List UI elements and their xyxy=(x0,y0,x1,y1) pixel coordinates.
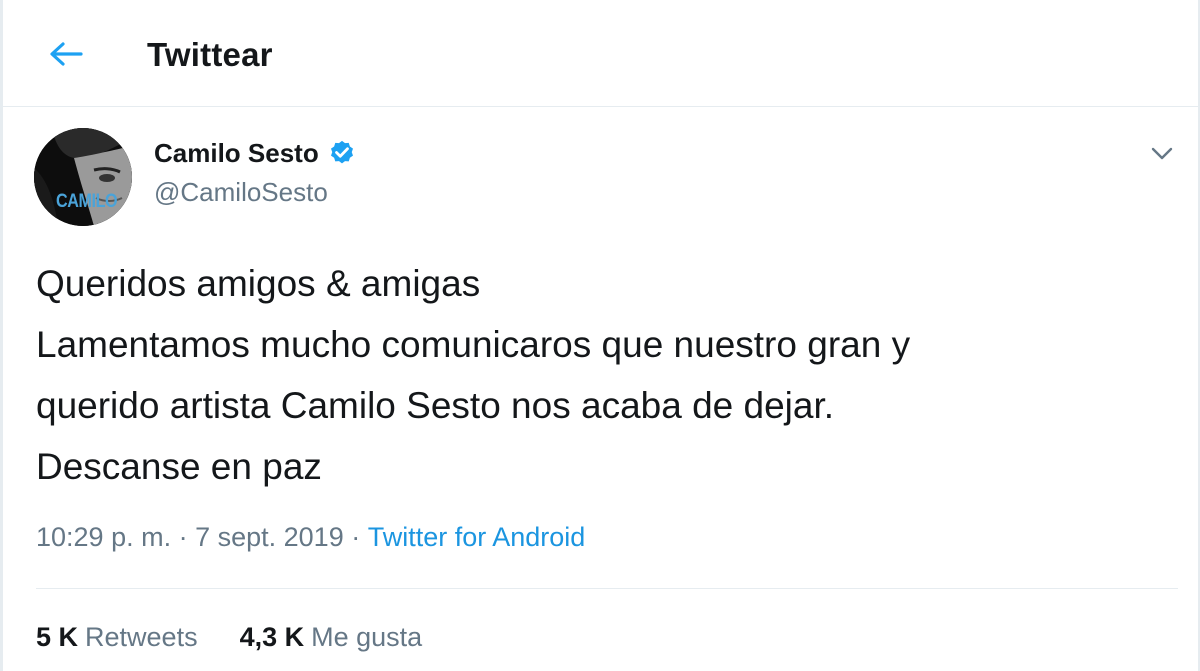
tweet-stats: 5 K Retweets 4,3 K Me gusta xyxy=(36,622,464,653)
likes-count: 4,3 K xyxy=(239,622,305,652)
tweet-body: Queridos amigos & amigas Lamentamos much… xyxy=(36,253,1176,497)
retweets-stat[interactable]: 5 K Retweets xyxy=(36,622,198,653)
author-handle[interactable]: @CamiloSesto xyxy=(154,177,357,208)
avatar[interactable]: CAMILO xyxy=(34,128,132,226)
tweet-text-line: Queridos amigos & amigas xyxy=(36,263,481,304)
chevron-down-icon xyxy=(1151,147,1173,160)
more-options-button[interactable] xyxy=(1144,140,1180,168)
likes-stat[interactable]: 4,3 K Me gusta xyxy=(240,622,423,653)
retweets-count: 5 K xyxy=(36,622,79,652)
arrow-left-icon xyxy=(50,42,83,66)
tweet-text-line: Lamentamos mucho comunicaros que nuestro… xyxy=(36,324,911,365)
page-title: Twittear xyxy=(147,36,273,73)
tweet-date[interactable]: 7 sept. 2019 xyxy=(195,522,344,553)
likes-label: Me gusta xyxy=(311,622,423,652)
divider xyxy=(36,588,1178,589)
avatar-logo-text: CAMILO xyxy=(56,191,118,212)
back-button[interactable] xyxy=(44,36,88,72)
verified-badge-icon xyxy=(330,140,353,163)
page-header: Twittear xyxy=(0,0,1200,107)
tweet-author[interactable]: Camilo Sesto @CamiloSesto xyxy=(154,138,357,208)
meta-separator: · xyxy=(343,522,368,552)
tweet-text-line: querido artista Camilo Sesto nos acaba d… xyxy=(36,385,835,426)
tweet-meta: 10:29 p. m. · 7 sept. 2019 · Twitter for… xyxy=(36,522,585,553)
author-display-name[interactable]: Camilo Sesto xyxy=(154,138,319,169)
tweet-source-link[interactable]: Twitter for Android xyxy=(368,522,586,553)
retweets-label: Retweets xyxy=(85,622,198,652)
tweet-text-line: Descanse en paz xyxy=(36,446,322,487)
tweet-time[interactable]: 10:29 p. m. xyxy=(36,522,171,553)
meta-separator: · xyxy=(171,522,196,552)
